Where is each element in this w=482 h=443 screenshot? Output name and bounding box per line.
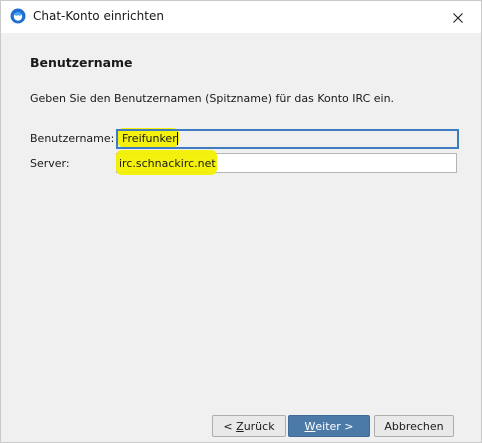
next-button-mnemonic: W — [304, 419, 316, 433]
back-button[interactable]: < Zurück — [212, 415, 286, 437]
username-label: Benutzername: — [30, 132, 115, 145]
wizard-content: Benutzername Geben Sie den Benutzernamen… — [1, 33, 481, 442]
server-highlight — [116, 150, 217, 175]
page-title: Benutzername — [30, 55, 133, 70]
cancel-button[interactable]: Abbrechen — [374, 415, 454, 437]
username-field[interactable] — [116, 129, 459, 149]
text-caret — [177, 132, 178, 145]
back-button-mnemonic: Z — [236, 419, 244, 433]
next-button-label: eiter > — [315, 419, 354, 433]
window-title: Chat-Konto einrichten — [33, 9, 164, 23]
dialog-window: Chat-Konto einrichten Benutzername Geben… — [0, 0, 482, 443]
page-description: Geben Sie den Benutzernamen (Spitzname) … — [30, 92, 395, 105]
server-label: Server: — [30, 157, 70, 170]
close-icon — [453, 8, 463, 27]
close-button[interactable] — [435, 1, 481, 33]
back-button-label: urück — [243, 419, 275, 433]
back-button-prefix: < — [223, 419, 237, 433]
thunderbird-icon — [10, 8, 26, 24]
next-button[interactable]: Weiter > — [288, 415, 370, 437]
title-bar: Chat-Konto einrichten — [1, 1, 481, 33]
